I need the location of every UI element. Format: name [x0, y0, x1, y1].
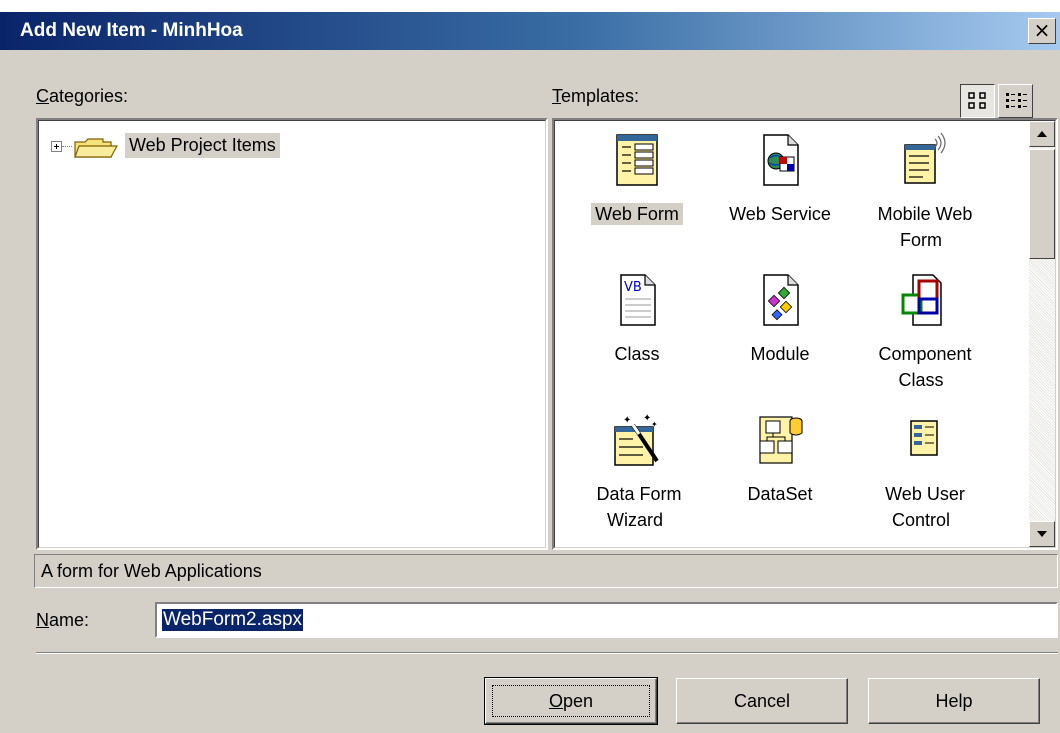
large-icons-view-button[interactable]: [960, 84, 995, 118]
template-web-form[interactable]: Web Form: [572, 131, 702, 231]
template-label: Web User Control: [885, 484, 965, 530]
template-component-class[interactable]: Component Class: [858, 271, 988, 397]
template-label: Mobile Web Form: [877, 204, 973, 250]
module-icon: [763, 274, 799, 326]
web-form-icon: [616, 134, 658, 186]
template-label: Data Form Wizard: [596, 484, 682, 530]
component-class-icon: [901, 274, 942, 326]
mobile-web-form-icon: [904, 132, 946, 184]
svg-text:VB: VB: [624, 280, 642, 295]
web-user-control-icon: [910, 420, 938, 456]
templates-label: Templates:: [552, 86, 640, 106]
scroll-down-button[interactable]: [1029, 521, 1055, 547]
expand-icon[interactable]: [51, 141, 62, 152]
scroll-up-icon: [1037, 131, 1047, 137]
cancel-button[interactable]: Cancel: [676, 678, 848, 724]
cancel-button-label: Cancel: [733, 691, 791, 711]
class-vb-icon: VB: [620, 274, 656, 326]
close-icon: ×: [1033, 18, 1051, 42]
add-new-item-dialog: Add New Item - MinhHoa × Categories: Tem…: [0, 12, 1060, 733]
template-label: Module: [750, 344, 810, 364]
large-icons-view-icon: [968, 92, 986, 109]
data-form-wizard-icon: ✦ ✦✦: [614, 413, 659, 466]
templates-scrollbar[interactable]: [1029, 121, 1055, 547]
help-button[interactable]: Help: [868, 678, 1040, 724]
name-input-value: WebForm2.aspx: [162, 609, 304, 631]
template-web-service[interactable]: Web Service: [715, 131, 845, 231]
template-mobile-web-form[interactable]: Mobile Web Form: [858, 131, 988, 257]
folder-icon: [74, 138, 119, 158]
template-label: Class: [614, 344, 660, 364]
template-dataset[interactable]: DataSet: [715, 411, 845, 511]
categories-tree[interactable]: Web Project Items: [36, 118, 548, 550]
templates-list[interactable]: Web Form Web Service Mobile Web Form VB …: [552, 118, 1058, 550]
name-input[interactable]: WebForm2.aspx: [155, 602, 1058, 638]
template-label: Component Class: [878, 344, 972, 390]
description-text: A form for Web Applications: [41, 561, 262, 581]
svg-text:✦: ✦: [651, 420, 658, 429]
tree-item-label: Web Project Items: [125, 133, 280, 158]
template-label: DataSet: [747, 484, 813, 504]
template-module[interactable]: Module: [715, 271, 845, 371]
scroll-up-button[interactable]: [1029, 121, 1055, 147]
svg-text:✦: ✦: [623, 415, 631, 426]
list-view-icon: [1006, 93, 1027, 108]
categories-label: Categories:: [36, 86, 129, 106]
scroll-down-icon: [1037, 531, 1047, 537]
scroll-thumb[interactable]: [1029, 149, 1055, 259]
name-label: Name:: [36, 610, 90, 630]
title-bar[interactable]: Add New Item - MinhHoa ×: [0, 12, 1060, 50]
description-box: A form for Web Applications: [34, 554, 1058, 588]
separator: [36, 652, 1058, 654]
small-icons-view-button[interactable]: [998, 84, 1033, 118]
web-service-icon: [763, 134, 799, 186]
help-button-label: Help: [935, 691, 973, 711]
open-button[interactable]: Open: [484, 677, 658, 725]
template-label: Web Form: [591, 203, 683, 225]
template-label: Web Service: [729, 204, 831, 224]
close-button[interactable]: ×: [1028, 18, 1056, 44]
template-web-user-control[interactable]: Web User Control: [858, 411, 988, 537]
dataset-icon: [759, 416, 803, 464]
window-title: Add New Item - MinhHoa: [20, 20, 243, 41]
template-data-form-wizard[interactable]: ✦ ✦ ✦ Data Form Wizard: [572, 411, 702, 537]
template-class[interactable]: VB Class: [572, 271, 702, 371]
